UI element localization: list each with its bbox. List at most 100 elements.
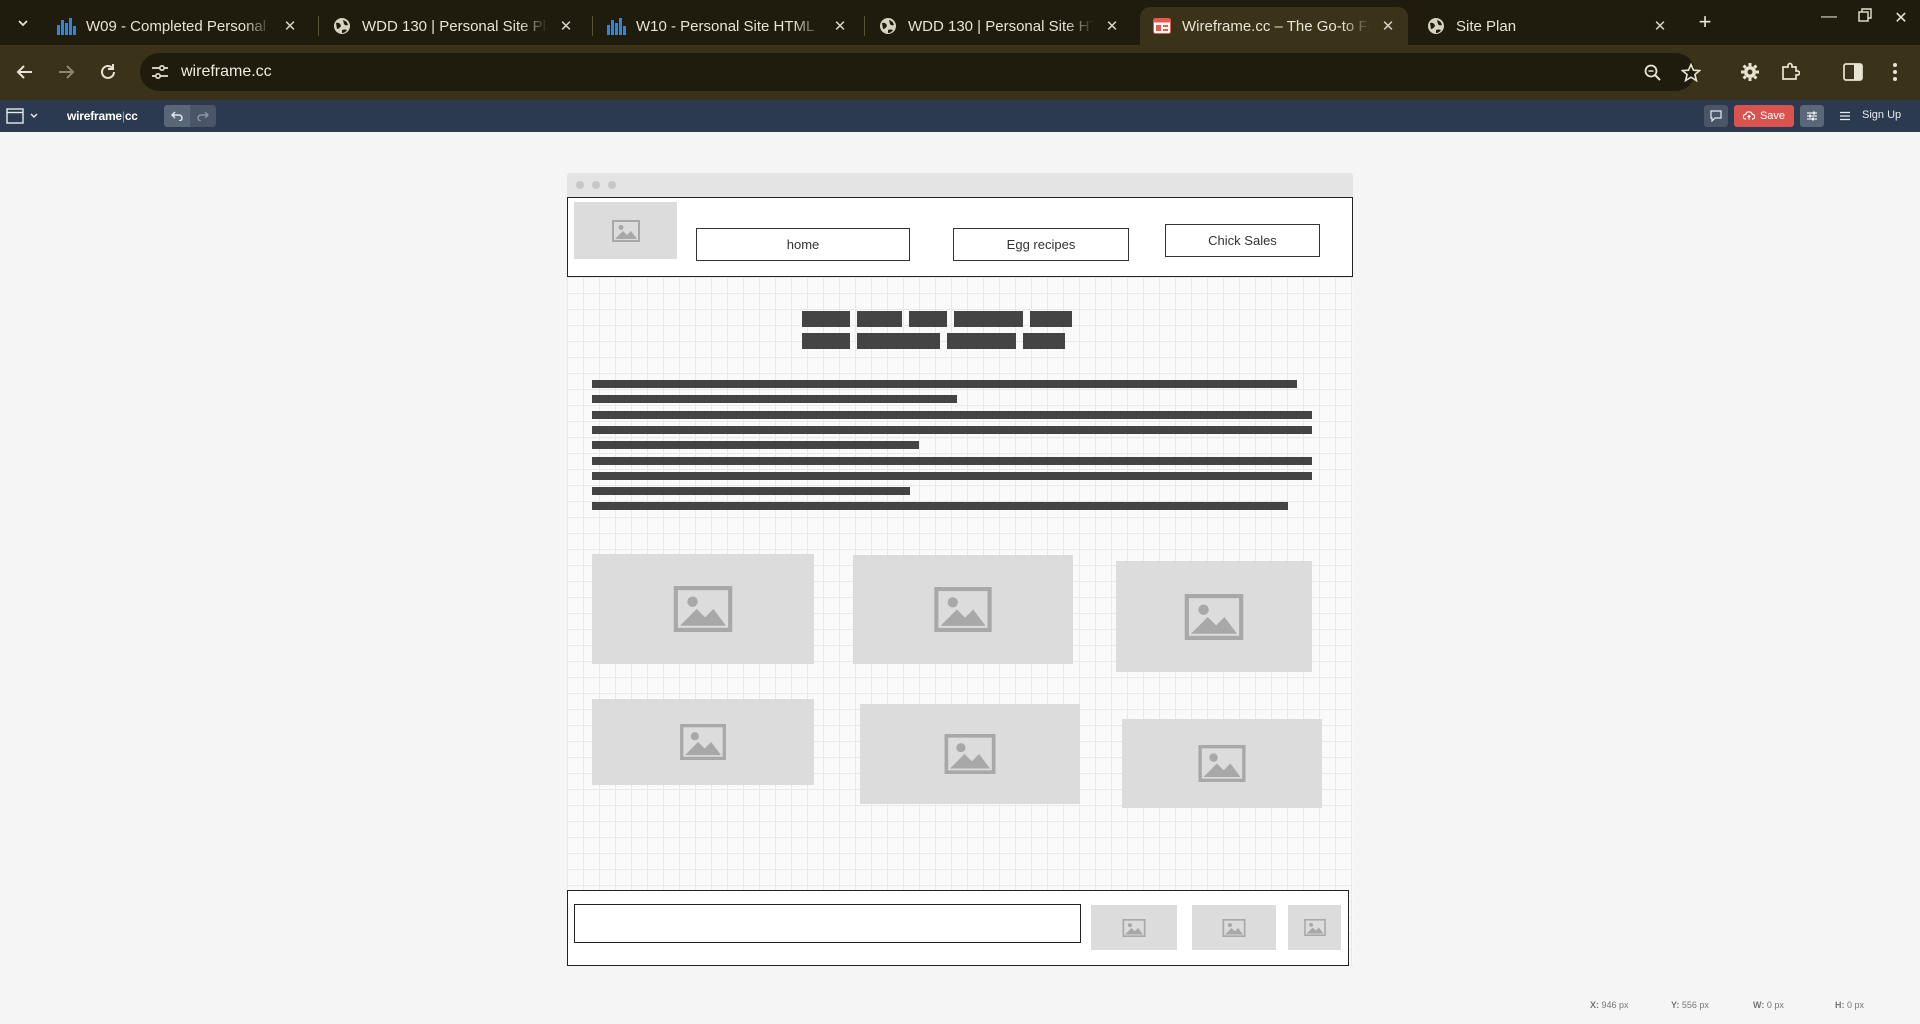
zoom-icon[interactable]	[1642, 62, 1664, 84]
tab-title: Wireframe.cc – The Go-to Free	[1182, 17, 1370, 35]
w-label: W:	[1753, 1000, 1765, 1010]
restore-icon[interactable]	[1850, 8, 1880, 27]
x-readout: X: 946 px	[1590, 1000, 1629, 1010]
image-icon	[1303, 919, 1326, 936]
w-value: 0 px	[1766, 1000, 1784, 1010]
gallery-image-placeholder[interactable]	[860, 704, 1080, 804]
back-arrow-icon[interactable]	[10, 57, 40, 87]
comment-button[interactable]	[1704, 105, 1728, 127]
globe-icon	[1426, 16, 1446, 36]
logo-text-right: cc	[124, 109, 138, 123]
image-icon	[1222, 918, 1246, 937]
y-label: Y:	[1671, 1000, 1680, 1010]
nav-chick-sales-button[interactable]: Chick Sales	[1165, 224, 1320, 257]
sliders-icon	[1807, 111, 1817, 121]
tab-close-icon[interactable]: ✕	[1650, 17, 1670, 35]
coordinate-readout: X: 946 px Y: 556 px W: 0 px H: 0 px	[0, 994, 1920, 1014]
tab-close-icon[interactable]: ✕	[1378, 17, 1398, 35]
chart-icon	[56, 16, 76, 36]
extensions-puzzle-icon[interactable]	[1775, 57, 1805, 87]
image-icon	[934, 587, 992, 632]
new-tab-plus-icon[interactable]: +	[1692, 10, 1718, 36]
globe-icon	[332, 16, 352, 36]
minimize-icon[interactable]: —	[1814, 8, 1844, 26]
tab-wireframe-cc[interactable]: Wireframe.cc – The Go-to Free ✕	[1140, 7, 1408, 45]
gallery-image-placeholder[interactable]	[592, 699, 814, 785]
gallery-image-placeholder[interactable]	[1122, 719, 1322, 808]
browser-toolbar: wireframe.cc	[0, 45, 1920, 100]
settings-sliders-button[interactable]	[1800, 105, 1824, 127]
tab-close-icon[interactable]: ✕	[830, 17, 850, 35]
x-value: 946 px	[1601, 1000, 1629, 1010]
image-icon	[944, 734, 996, 774]
site-settings-icon[interactable]	[150, 62, 170, 82]
comment-icon	[1710, 110, 1722, 122]
close-window-icon[interactable]: ✕	[1886, 8, 1916, 28]
tab-site-plan[interactable]: Site Plan ✕	[1414, 7, 1680, 45]
frame-window-bar	[567, 173, 1353, 197]
tab-close-icon[interactable]: ✕	[556, 17, 576, 35]
app-logo: wireframe|cc	[67, 109, 138, 123]
tab-close-icon[interactable]: ✕	[280, 17, 300, 35]
extension-gear-icon[interactable]	[1735, 57, 1765, 87]
footer-image-placeholder[interactable]	[1192, 905, 1276, 950]
app-toolbar: wireframe|cc Save Sign Up	[0, 100, 1920, 132]
footer-image-placeholder[interactable]	[1091, 905, 1177, 950]
reload-icon[interactable]	[93, 57, 123, 87]
x-label: X:	[1590, 1000, 1599, 1010]
browser-menu-icon[interactable]	[1880, 57, 1910, 87]
h-value: 0 px	[1847, 1000, 1865, 1010]
logo-text-left: wireframe	[67, 109, 122, 123]
chart-icon	[606, 16, 626, 36]
sign-up-link[interactable]: Sign Up	[1862, 109, 1901, 121]
tab-title: Site Plan	[1456, 17, 1517, 35]
gallery-image-placeholder[interactable]	[1116, 561, 1312, 672]
chevron-down-icon	[30, 113, 38, 119]
redo-button[interactable]	[190, 105, 216, 127]
image-icon	[611, 219, 640, 242]
tab-title: WDD 130 | Personal Site Plan C	[362, 17, 548, 35]
w-readout: W: 0 px	[1753, 1000, 1784, 1010]
image-icon	[680, 724, 726, 760]
gallery-image-placeholder[interactable]	[853, 555, 1073, 664]
globe-icon	[878, 16, 898, 36]
tab-title: W10 - Personal Site HTML	[636, 17, 815, 35]
footer-text-box[interactable]	[574, 904, 1081, 943]
gallery-image-placeholder[interactable]	[592, 554, 814, 664]
url-text[interactable]: wireframe.cc	[181, 63, 272, 81]
cloud-upload-icon	[1742, 110, 1756, 123]
tab-wdd130-plan[interactable]: WDD 130 | Personal Site Plan C ✕	[320, 7, 586, 45]
hamburger-menu-icon[interactable]	[1836, 105, 1854, 127]
address-bar[interactable]: wireframe.cc	[140, 53, 1701, 91]
tab-search-chevron-icon[interactable]	[10, 10, 36, 36]
nav-home-button[interactable]: home	[696, 228, 910, 261]
side-panel-icon[interactable]	[1838, 57, 1868, 87]
tab-title: WDD 130 | Personal Site HTML	[908, 17, 1094, 35]
wireframe-browser-frame[interactable]: home Egg recipes Chick Sales	[567, 173, 1353, 966]
tab-close-icon[interactable]: ✕	[1102, 17, 1122, 35]
wireframe-icon	[1152, 16, 1172, 36]
save-label: Save	[1759, 110, 1786, 122]
browser-tab-bar: W09 - Completed Personal Site ✕ WDD 130 …	[0, 0, 1920, 45]
y-readout: Y: 556 px	[1671, 1000, 1709, 1010]
tab-w09[interactable]: W09 - Completed Personal Site ✕	[44, 7, 310, 45]
image-icon	[673, 586, 733, 632]
image-icon	[1198, 745, 1246, 782]
tab-wdd130-html[interactable]: WDD 130 | Personal Site HTML ✕	[866, 7, 1132, 45]
save-button[interactable]: Save	[1734, 105, 1794, 127]
drawing-canvas[interactable]: home Egg recipes Chick Sales	[0, 132, 1920, 1024]
y-value: 556 px	[1681, 1000, 1709, 1010]
h-label: H:	[1835, 1000, 1845, 1010]
undo-button[interactable]	[164, 105, 190, 127]
page-view-dropdown[interactable]	[6, 107, 42, 125]
h-readout: H: 0 px	[1835, 1000, 1864, 1010]
logo-image-placeholder[interactable]	[574, 202, 677, 259]
forward-arrow-icon[interactable]	[51, 57, 81, 87]
bookmark-star-icon[interactable]	[1680, 62, 1702, 84]
image-icon	[1122, 918, 1146, 937]
footer-image-placeholder[interactable]	[1288, 905, 1341, 950]
tab-w10[interactable]: W10 - Personal Site HTML ✕	[594, 7, 860, 45]
image-icon	[1184, 593, 1244, 640]
nav-egg-recipes-button[interactable]: Egg recipes	[953, 228, 1129, 261]
tab-title: W09 - Completed Personal Site	[86, 17, 272, 35]
